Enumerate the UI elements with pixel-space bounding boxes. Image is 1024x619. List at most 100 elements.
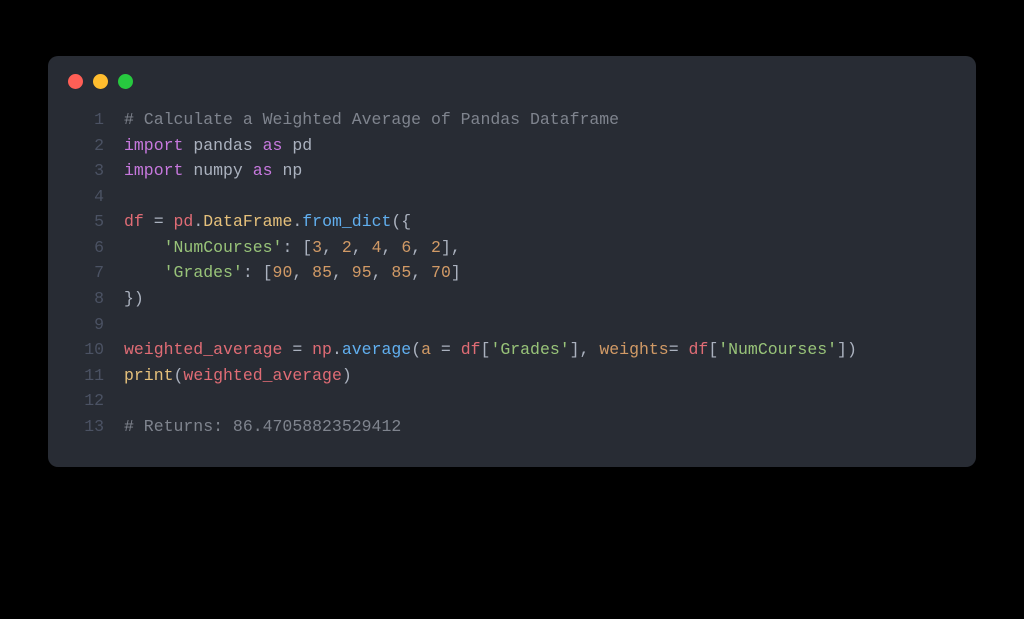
code-token: # Calculate a Weighted Average of Pandas… — [124, 110, 619, 129]
code-line: 5df = pd.DataFrame.from_dict({ — [68, 209, 956, 235]
code-token: df — [689, 340, 709, 359]
code-token: pd — [282, 136, 312, 155]
code-token: 2 — [342, 238, 352, 257]
code-token: 2 — [431, 238, 441, 257]
line-number: 9 — [68, 312, 104, 338]
code-line: 12 — [68, 388, 956, 414]
code-line: 13 # Returns: 86.47058823529412 — [68, 414, 956, 440]
code-token: . — [292, 212, 302, 231]
code-line: 7 'Grades': [90, 85, 95, 85, 70] — [68, 260, 956, 286]
code-token: , — [382, 238, 402, 257]
code-line: 6 'NumCourses': [3, 2, 4, 6, 2], — [68, 235, 956, 261]
code-token: weighted_average — [124, 340, 282, 359]
code-token: 85 — [391, 263, 411, 282]
close-icon[interactable] — [68, 74, 83, 89]
code-token: # Returns: 86.47058823529412 — [124, 417, 401, 436]
line-number: 12 — [68, 388, 104, 414]
code-token: , — [372, 263, 392, 282]
code-token: . — [332, 340, 342, 359]
code-content: df = pd.DataFrame.from_dict({ — [124, 209, 411, 235]
code-line: 9 — [68, 312, 956, 338]
code-content: # Returns: 86.47058823529412 — [124, 414, 401, 440]
code-token: weighted_average — [183, 366, 341, 385]
code-token: np — [273, 161, 303, 180]
code-token: average — [342, 340, 411, 359]
code-token: [ — [708, 340, 718, 359]
code-token: [ — [481, 340, 491, 359]
code-token: a — [421, 340, 431, 359]
code-token: = — [669, 340, 689, 359]
titlebar — [48, 56, 976, 97]
code-token: 'Grades' — [490, 340, 569, 359]
code-line: 8}) — [68, 286, 956, 312]
code-token: df — [124, 212, 144, 231]
minimize-icon[interactable] — [93, 74, 108, 89]
code-token: pd — [174, 212, 194, 231]
code-content: weighted_average = np.average(a = df['Gr… — [124, 337, 857, 363]
code-token: ) — [342, 366, 352, 385]
code-line: 10weighted_average = np.average(a = df['… — [68, 337, 956, 363]
code-token: 3 — [312, 238, 322, 257]
code-token: ], — [441, 238, 461, 257]
code-content — [124, 312, 134, 338]
line-number: 4 — [68, 184, 104, 210]
line-number: 8 — [68, 286, 104, 312]
code-token: df — [461, 340, 481, 359]
code-token — [124, 238, 164, 257]
code-token: : [ — [243, 263, 273, 282]
code-token: , — [332, 263, 352, 282]
line-number: 3 — [68, 158, 104, 184]
code-token: 85 — [312, 263, 332, 282]
code-line: 4 — [68, 184, 956, 210]
code-token: ({ — [391, 212, 411, 231]
code-content — [124, 388, 134, 414]
code-area: 1 # Calculate a Weighted Average of Panda… — [48, 97, 976, 467]
code-token: 4 — [372, 238, 382, 257]
code-token: 'Grades' — [164, 263, 243, 282]
zoom-icon[interactable] — [118, 74, 133, 89]
code-line: 11 print(weighted_average) — [68, 363, 956, 389]
code-line: 1 # Calculate a Weighted Average of Panda… — [68, 107, 956, 133]
code-token: pandas — [183, 136, 262, 155]
code-token: = — [431, 340, 461, 359]
code-token: from_dict — [302, 212, 391, 231]
line-number: 7 — [68, 260, 104, 286]
code-token: }) — [124, 289, 144, 308]
code-content — [124, 184, 134, 210]
code-token — [124, 263, 164, 282]
code-token: 70 — [431, 263, 451, 282]
line-number: 11 — [68, 363, 104, 389]
code-token: , — [322, 238, 342, 257]
code-token: ]) — [837, 340, 857, 359]
code-token: ( — [174, 366, 184, 385]
code-editor-window: 1 # Calculate a Weighted Average of Panda… — [48, 56, 976, 467]
code-token: 95 — [352, 263, 372, 282]
code-token: ( — [411, 340, 421, 359]
code-content: import pandas as pd — [124, 133, 312, 159]
line-number: 13 — [68, 414, 104, 440]
code-token: = — [144, 212, 174, 231]
code-content: print(weighted_average) — [124, 363, 352, 389]
code-token: as — [253, 161, 273, 180]
code-token: , — [292, 263, 312, 282]
code-token: ], — [570, 340, 600, 359]
code-line: 3import numpy as np — [68, 158, 956, 184]
code-token: weights — [599, 340, 668, 359]
code-token: np — [312, 340, 332, 359]
code-token: DataFrame — [203, 212, 292, 231]
code-content: # Calculate a Weighted Average of Pandas… — [124, 107, 619, 133]
line-number: 10 — [68, 337, 104, 363]
code-token: print — [124, 366, 174, 385]
code-token: numpy — [183, 161, 252, 180]
code-content: 'NumCourses': [3, 2, 4, 6, 2], — [124, 235, 461, 261]
code-token: . — [193, 212, 203, 231]
code-content: }) — [124, 286, 144, 312]
code-token: : [ — [282, 238, 312, 257]
line-number: 1 — [68, 107, 104, 133]
code-token: as — [263, 136, 283, 155]
line-number: 6 — [68, 235, 104, 261]
code-token: 'NumCourses' — [164, 238, 283, 257]
code-line: 2import pandas as pd — [68, 133, 956, 159]
code-token: , — [411, 263, 431, 282]
code-token: 90 — [273, 263, 293, 282]
